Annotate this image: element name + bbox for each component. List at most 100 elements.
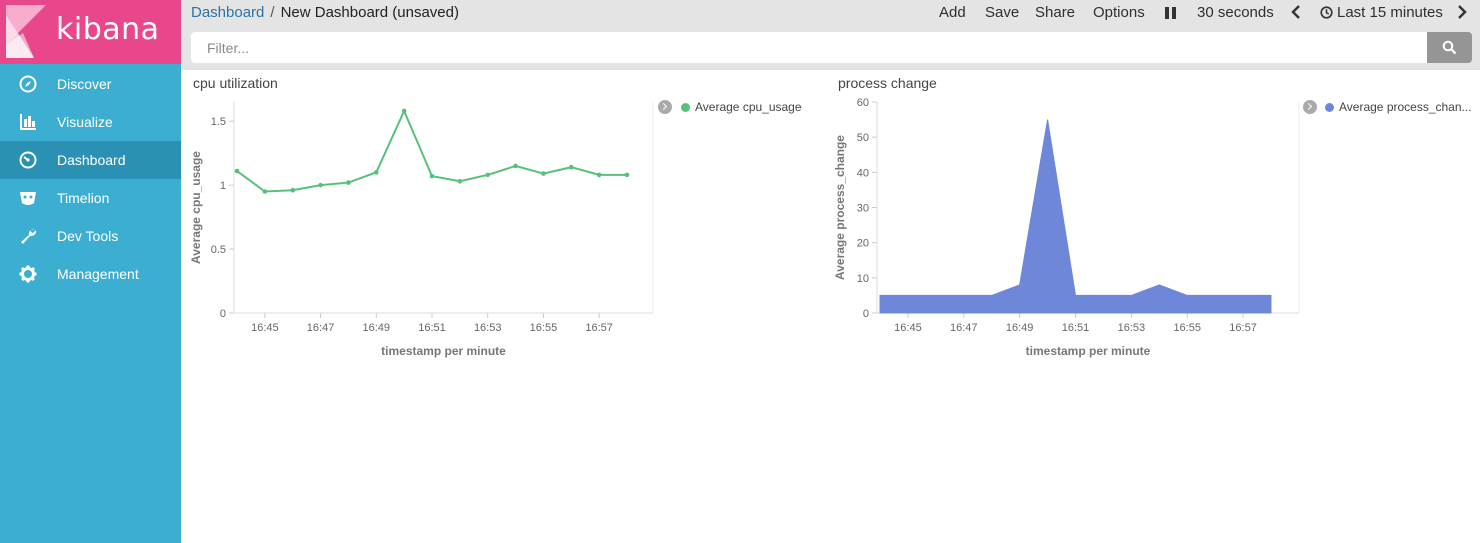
process-change-chart: 0 10 20 30 40 50 60 16:45 16:47 16:49 16:51 16:53 16… (833, 97, 1300, 358)
chevron-right-icon[interactable] (1457, 5, 1467, 19)
clock-icon (1320, 6, 1333, 19)
kibana-logo-mark-icon (6, 5, 46, 58)
x-axis-label: timestamp per minute (1026, 344, 1151, 358)
sidebar-item-dashboard[interactable]: Dashboard (0, 141, 181, 179)
save-button[interactable]: Save (985, 4, 1019, 21)
y-axis-label: Average cpu_usage (189, 151, 203, 264)
chevron-left-icon[interactable] (1291, 5, 1301, 19)
y-tick-label: 60 (857, 97, 869, 109)
cpu-utilization-panel: cpu utilization 0 0.5 1 1.5 16:45 16:47 16:49 1… (181, 70, 821, 370)
x-tick-label: 16:45 (894, 322, 922, 334)
sidebar-item-management[interactable]: Management (0, 255, 181, 293)
x-tick-label: 16:49 (1006, 322, 1034, 334)
x-tick-label: 16:53 (474, 322, 502, 334)
refresh-interval-button[interactable]: 30 seconds (1197, 4, 1274, 21)
sidebar-nav: Discover Visualize Dashboard Timelion De… (0, 65, 181, 293)
data-point (234, 168, 240, 174)
data-point (513, 163, 518, 169)
sidebar-item-visualize[interactable]: Visualize (0, 103, 181, 141)
sidebar: kibana Discover Visualize Dashboard Time… (0, 0, 181, 543)
data-point (401, 108, 407, 114)
share-button[interactable]: Share (1035, 4, 1075, 21)
x-tick-label: 16:57 (585, 322, 613, 334)
legend-label: Average cpu_usage (695, 100, 802, 114)
sidebar-item-label: Visualize (57, 114, 113, 130)
data-point (485, 172, 491, 178)
data-point (346, 180, 351, 185)
series-line (236, 108, 627, 193)
search-icon (1442, 40, 1457, 55)
y-tick-label: 1 (220, 180, 226, 192)
data-point (290, 187, 296, 193)
data-point (596, 172, 602, 178)
kibana-app: kibana Discover Visualize Dashboard Time… (0, 0, 1480, 543)
y-tick-label: 0 (863, 308, 869, 320)
x-tick-label: 16:55 (1173, 322, 1201, 334)
y-tick-label: 10 (857, 273, 869, 285)
legend-dot (1325, 103, 1334, 112)
process-change-panel: process change 0 10 20 30 40 50 60 16:45 16:47 16… (825, 70, 1480, 370)
sidebar-item-timelion[interactable]: Timelion (0, 179, 181, 217)
data-point (624, 172, 630, 178)
time-range-button[interactable]: Last 15 minutes (1337, 4, 1443, 21)
breadcrumb: Dashboard / New Dashboard (unsaved) (191, 4, 459, 21)
x-tick-label: 16:55 (530, 322, 558, 334)
x-tick-label: 16:53 (1118, 322, 1146, 334)
x-tick-label: 16:49 (363, 322, 391, 334)
y-tick-label: 0 (220, 308, 226, 320)
y-axis-label: Average process_change (833, 135, 847, 280)
data-point (541, 171, 546, 176)
legend-entry[interactable]: Average process_chan... (1325, 100, 1477, 114)
filter-bar (191, 32, 1427, 63)
breadcrumb-separator: / (270, 4, 275, 21)
data-point (262, 189, 268, 194)
legend-dot (681, 103, 690, 112)
breadcrumb-dashboard-link[interactable]: Dashboard (191, 4, 264, 21)
bar-chart-icon (20, 114, 36, 130)
filter-input[interactable] (191, 32, 1427, 63)
data-point (429, 173, 435, 179)
data-point (457, 178, 463, 184)
gear-icon (19, 265, 37, 283)
x-tick-label: 16:47 (307, 322, 335, 334)
pause-icon[interactable] (1165, 7, 1176, 19)
data-point (318, 182, 323, 188)
x-tick-label: 16:57 (1229, 322, 1257, 334)
compass-icon (19, 75, 37, 93)
series-area (879, 119, 1272, 314)
breadcrumb-current: New Dashboard (unsaved) (280, 4, 459, 21)
y-tick-label: 20 (857, 238, 869, 250)
timelion-icon (20, 192, 36, 205)
sidebar-item-label: Discover (57, 76, 112, 92)
x-tick-label: 16:51 (418, 322, 446, 334)
x-axis-label: timestamp per minute (381, 344, 506, 358)
search-button[interactable] (1427, 32, 1472, 63)
options-button[interactable]: Options (1093, 4, 1145, 21)
sidebar-item-discover[interactable]: Discover (0, 65, 181, 103)
legend-entry[interactable]: Average cpu_usage (681, 100, 821, 114)
sidebar-item-label: Timelion (57, 190, 110, 206)
x-tick-label: 16:47 (950, 322, 978, 334)
y-tick-label: 50 (857, 132, 869, 144)
x-tick-label: 16:51 (1062, 322, 1090, 334)
y-tick-label: 0.5 (211, 244, 226, 256)
y-tick-label: 30 (857, 203, 869, 215)
dashboard-gauge-icon (19, 151, 37, 169)
legend-toggle-icon[interactable] (1303, 100, 1317, 114)
logo-text: kibana (56, 12, 160, 47)
data-point (373, 170, 379, 175)
sidebar-item-label: Management (57, 266, 139, 282)
y-tick-label: 40 (857, 167, 869, 179)
sidebar-item-label: Dev Tools (57, 228, 119, 244)
add-button[interactable]: Add (939, 4, 966, 21)
wrench-icon (21, 228, 37, 244)
sidebar-item-label: Dashboard (57, 152, 126, 168)
kibana-logo[interactable]: kibana (0, 0, 181, 64)
legend-toggle-icon[interactable] (658, 100, 672, 114)
cpu-utilization-chart: 0 0.5 1 1.5 16:45 16:47 16:49 16:51 16:53 16:55 16… (189, 102, 654, 358)
data-point (568, 164, 574, 170)
sidebar-item-dev-tools[interactable]: Dev Tools (0, 217, 181, 255)
x-tick-label: 16:45 (251, 322, 279, 334)
legend-label: Average process_chan... (1339, 100, 1472, 114)
y-tick-label: 1.5 (211, 116, 226, 128)
